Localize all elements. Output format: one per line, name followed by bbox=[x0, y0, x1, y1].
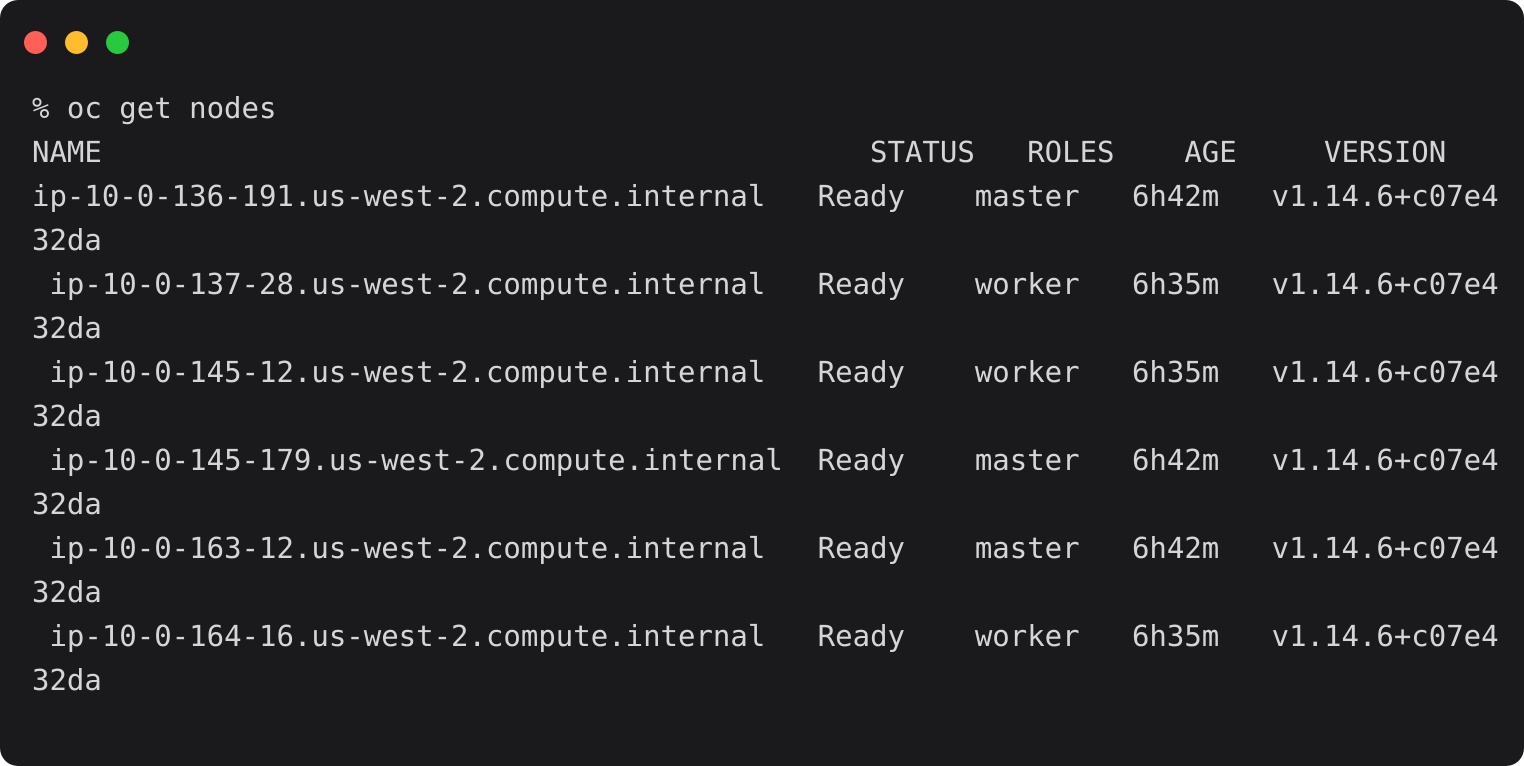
table-row: ip-10-0-145-179.us-west-2.compute.intern… bbox=[32, 443, 1499, 521]
screen: % oc get nodes NAME STATUS ROLES AGE VERS… bbox=[0, 0, 1524, 766]
window-controls bbox=[24, 30, 129, 54]
terminal-output[interactable]: % oc get nodes NAME STATUS ROLES AGE VERS… bbox=[32, 86, 1500, 702]
table-row: ip-10-0-137-28.us-west-2.compute.interna… bbox=[32, 267, 1499, 345]
terminal-body[interactable]: % oc get nodes NAME STATUS ROLES AGE VERS… bbox=[0, 86, 1524, 766]
table-row: ip-10-0-164-16.us-west-2.compute.interna… bbox=[32, 619, 1499, 697]
table-header-line: NAME STATUS ROLES AGE VERSION bbox=[32, 135, 1447, 169]
window-titlebar[interactable] bbox=[0, 0, 1524, 86]
prompt-line: % oc get nodes bbox=[32, 91, 277, 125]
minimize-button[interactable] bbox=[65, 30, 88, 54]
close-button[interactable] bbox=[24, 30, 47, 54]
table-row: ip-10-0-145-12.us-west-2.compute.interna… bbox=[32, 355, 1499, 433]
table-row: ip-10-0-163-12.us-west-2.compute.interna… bbox=[32, 531, 1499, 609]
table-row: ip-10-0-136-191.us-west-2.compute.intern… bbox=[32, 179, 1499, 257]
zoom-button[interactable] bbox=[106, 30, 129, 54]
terminal-window[interactable]: % oc get nodes NAME STATUS ROLES AGE VERS… bbox=[0, 0, 1524, 766]
